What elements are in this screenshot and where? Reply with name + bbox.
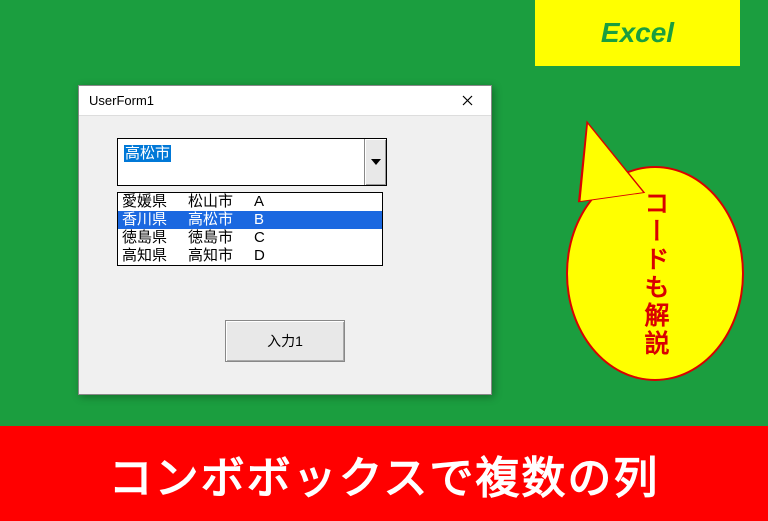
option-col1: 徳島県 xyxy=(122,229,188,247)
option-col2: 高松市 xyxy=(188,211,254,229)
option-col2: 徳島市 xyxy=(188,229,254,247)
input-button-label: 入力1 xyxy=(267,331,303,351)
option-col3: C xyxy=(254,229,378,247)
option-col3: A xyxy=(254,193,378,211)
combobox-value: 高松市 xyxy=(118,139,364,166)
bubble-text: コードも解説 xyxy=(637,190,673,358)
footer-banner: コンボボックスで複数の列 xyxy=(0,426,768,521)
combobox-dropdown: 愛媛県松山市A香川県高松市B徳島県徳島市C高知県高知市D xyxy=(117,192,383,266)
option-col2: 松山市 xyxy=(188,193,254,211)
speech-bubble: コードも解説 xyxy=(573,126,738,386)
combobox-option[interactable]: 愛媛県松山市A xyxy=(118,193,382,211)
excel-badge: Excel xyxy=(535,0,740,66)
close-icon xyxy=(462,95,473,106)
chevron-down-icon xyxy=(371,159,381,165)
combobox-option[interactable]: 高知県高知市D xyxy=(118,247,382,265)
combobox-option[interactable]: 香川県高松市B xyxy=(118,211,382,229)
titlebar: UserForm1 xyxy=(79,86,491,116)
option-col2: 高知市 xyxy=(188,247,254,265)
form-body: 高松市 愛媛県松山市A香川県高松市B徳島県徳島市C高知県高知市D 入力1 xyxy=(79,116,491,394)
bubble-tail xyxy=(570,118,643,201)
footer-text: コンボボックスで複数の列 xyxy=(109,442,660,506)
input-button[interactable]: 入力1 xyxy=(225,320,345,362)
combobox-dropdown-button[interactable] xyxy=(364,139,386,185)
option-col1: 香川県 xyxy=(122,211,188,229)
excel-badge-label: Excel xyxy=(601,17,674,49)
combobox-input[interactable]: 高松市 xyxy=(117,138,387,186)
combobox[interactable]: 高松市 愛媛県松山市A香川県高松市B徳島県徳島市C高知県高知市D xyxy=(117,138,387,186)
option-col1: 愛媛県 xyxy=(122,193,188,211)
window-title: UserForm1 xyxy=(89,93,154,108)
option-col3: D xyxy=(254,247,378,265)
close-button[interactable] xyxy=(451,89,483,113)
option-col3: B xyxy=(254,211,378,229)
option-col1: 高知県 xyxy=(122,247,188,265)
combobox-option[interactable]: 徳島県徳島市C xyxy=(118,229,382,247)
userform-window: UserForm1 高松市 愛媛県松山市A香川県高松市B徳島県徳島市C高知県高知… xyxy=(78,85,492,395)
